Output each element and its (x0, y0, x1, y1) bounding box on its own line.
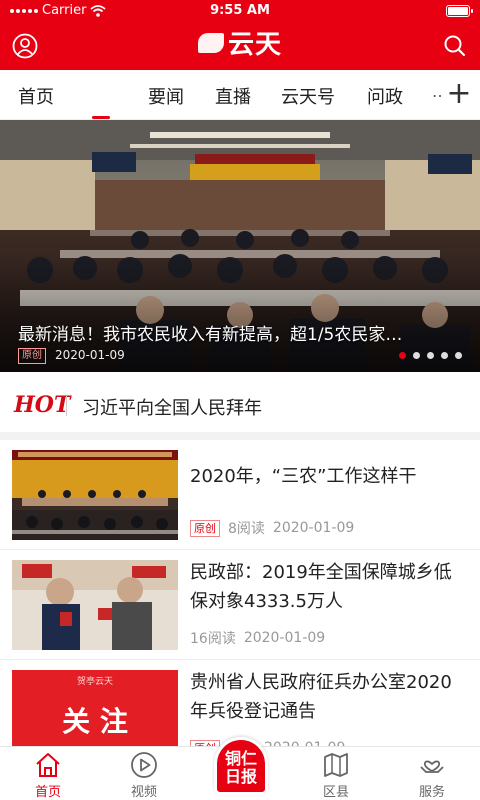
channel-tabs: 首页 要闻 直播 云天号 问政 … + (0, 70, 480, 120)
bottom-nav-label: 首页 (34, 785, 61, 800)
service-heart-hand-icon (420, 760, 444, 773)
banner-carousel[interactable]: 最新消息！我市农民收入有新提高，超1/5农民家… 原创 2020-01-09 (0, 120, 480, 372)
battery-icon (446, 5, 473, 17)
search-icon[interactable] (442, 33, 468, 59)
banner-date: 2020-01-09 (55, 348, 125, 362)
center-button-line2: 日报 (224, 767, 257, 786)
publish-date: 2020-01-09 (272, 520, 355, 536)
carousel-dot[interactable] (399, 352, 406, 359)
news-list-item[interactable]: 民政部：2019年全国保障城乡低保对象4333.5万人 16阅读 2020-01… (0, 550, 480, 660)
status-bar: Carrier 9:55 AM (0, 0, 480, 22)
bottom-nav-county[interactable]: 区县 (306, 751, 366, 800)
news-title[interactable]: 贵州省人民政府征兵办公室2020年兵役登记通告 (190, 668, 468, 726)
add-channel-button[interactable]: + (444, 79, 474, 110)
news-title[interactable]: 民政部：2019年全国保障城乡低保对象4333.5万人 (190, 558, 468, 616)
hot-label: HOT (14, 392, 71, 418)
app-logo: 云天 (0, 24, 480, 61)
news-title[interactable]: 2020年，“三农”工作这样干 (190, 462, 468, 491)
tab-active-indicator (92, 116, 110, 119)
news-list-item[interactable]: 贺亭云天 关 注 贵州省人民政府征兵办公室2020年兵役登记通告 原创 阅读 2… (0, 660, 480, 757)
map-icon (324, 753, 348, 777)
bottom-nav-label: 视频 (130, 785, 157, 800)
bottom-nav-home[interactable]: 首页 (18, 751, 78, 800)
bottom-navigation: 首页 视频 铜仁 日报 区县 服务 (0, 737, 480, 800)
hot-divider (66, 396, 67, 416)
bottom-nav-label: 服务 (418, 785, 445, 800)
hot-headline[interactable]: 习近平向全国人民拜年 (82, 394, 262, 420)
news-meta: 16阅读 2020-01-09 (190, 628, 325, 648)
tab-wenzheng[interactable]: 问政 (367, 83, 403, 109)
news-list-item[interactable]: 2020年，“三农”工作这样干 原创 8阅读 2020-01-09 (0, 440, 480, 550)
status-time: 9:55 AM (210, 3, 270, 18)
original-tag: 原创 (190, 519, 220, 537)
section-divider (0, 432, 480, 440)
home-icon (36, 753, 60, 777)
publish-date: 2020-01-09 (243, 630, 326, 646)
bottom-nav-label: 区县 (322, 785, 349, 800)
tab-news[interactable]: 要闻 (148, 83, 184, 109)
bottom-nav-service[interactable]: 服务 (402, 751, 462, 800)
carousel-dot[interactable] (455, 352, 462, 359)
thumbnail-headline: 关 注 (62, 705, 128, 738)
news-thumbnail (12, 450, 178, 540)
app-header: Carrier 9:55 AM 云天 (0, 0, 480, 70)
read-count: 16阅读 (190, 631, 236, 647)
tab-live[interactable]: 直播 (215, 83, 251, 109)
logo-text: 云天 (227, 30, 282, 60)
video-play-icon (131, 752, 157, 778)
carousel-dot[interactable] (427, 352, 434, 359)
read-count: 8阅读 (228, 521, 265, 537)
center-button-line1: 铜仁 (224, 749, 257, 768)
thumbnail-small-text: 贺亭云天 (76, 677, 113, 687)
tab-yuntian-hao[interactable]: 云天号 (281, 83, 335, 109)
banner-original-tag: 原创 (18, 348, 46, 364)
banner-caption[interactable]: 最新消息！我市农民收入有新提高，超1/5农民家… (18, 320, 402, 345)
logo-mark-icon (197, 32, 224, 53)
carousel-dot[interactable] (441, 352, 448, 359)
tab-home[interactable]: 首页 (18, 83, 54, 109)
newspaper-center-button[interactable]: 铜仁 日报 (214, 737, 268, 795)
carousel-dots (399, 352, 462, 359)
news-thumbnail: 贺亭云天 关 注 (12, 670, 178, 746)
hot-news-bar[interactable]: HOT 习近平向全国人民拜年 (0, 380, 480, 432)
carousel-dot[interactable] (413, 352, 420, 359)
bottom-nav-video[interactable]: 视频 (114, 751, 174, 800)
news-meta: 原创 8阅读 2020-01-09 (190, 518, 354, 538)
news-thumbnail (12, 560, 178, 650)
